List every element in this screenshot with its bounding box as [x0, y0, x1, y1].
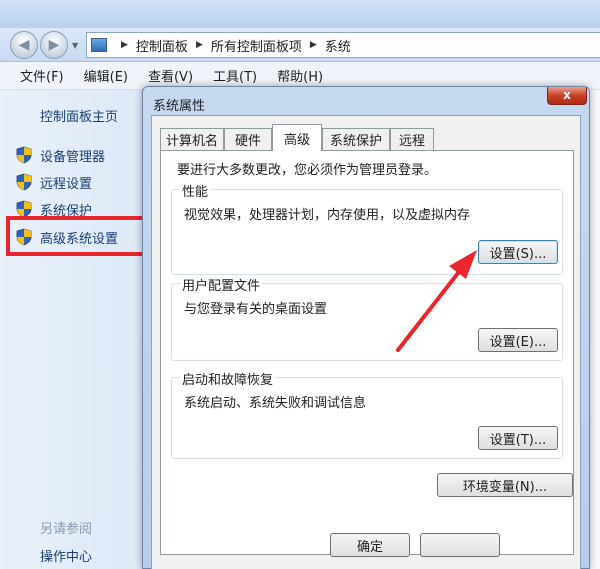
startup-recovery-group: 启动和故障恢复 系统启动、系统失败和调试信息 设置(T)... [171, 369, 563, 459]
tab-hardware[interactable]: 硬件 [224, 128, 272, 150]
history-dropdown-icon[interactable]: ▼ [72, 41, 78, 50]
user-profiles-settings-button[interactable]: 设置(E)... [478, 328, 558, 352]
advanced-tab-panel: 要进行大多数更改，您必须作为管理员登录。 性能 视觉效果，处理器计划，内存使用，… [160, 150, 574, 555]
back-button[interactable]: ◀ [10, 31, 38, 59]
environment-variables-button[interactable]: 环境变量(N)... [437, 473, 573, 497]
sidebar-item-label: 远程设置 [40, 176, 93, 192]
shield-icon [16, 146, 32, 164]
control-panel-icon [91, 38, 107, 52]
tab-system-protection[interactable]: 系统保护 [322, 128, 390, 150]
admin-note: 要进行大多数更改，您必须作为管理员登录。 [177, 163, 438, 178]
window-titlebar [0, 0, 600, 28]
menu-view[interactable]: 查看(V) [148, 66, 193, 85]
startup-recovery-title: 启动和故障恢复 [180, 369, 276, 388]
control-panel-home-link[interactable]: 控制面板主页 [40, 106, 118, 125]
user-profiles-title: 用户配置文件 [180, 275, 263, 294]
see-also-heading: 另请参阅 [40, 522, 93, 537]
cancel-button[interactable] [420, 533, 500, 557]
tab-advanced[interactable]: 高级 [272, 124, 322, 151]
menu-tools[interactable]: 工具(T) [213, 66, 257, 85]
close-button[interactable]: x [547, 87, 587, 105]
menu-help[interactable]: 帮助(H) [277, 66, 323, 85]
chevron-right-icon[interactable]: ▶ [121, 40, 128, 50]
forward-button[interactable]: ▶ [40, 31, 68, 59]
menu-file[interactable]: 文件(F) [20, 66, 64, 85]
performance-description: 视觉效果，处理器计划，内存使用，以及虚拟内存 [184, 208, 471, 223]
performance-title: 性能 [180, 181, 211, 200]
shield-icon [16, 173, 32, 191]
sidebar-item-remote-settings[interactable]: 远程设置 [16, 171, 92, 193]
chevron-right-icon[interactable]: ▶ [196, 40, 203, 50]
performance-settings-button[interactable]: 设置(S)... [478, 240, 558, 264]
dialog-title: 系统属性 [153, 99, 206, 114]
menu-edit[interactable]: 编辑(E) [84, 66, 128, 85]
startup-recovery-settings-button[interactable]: 设置(T)... [478, 426, 558, 450]
sidebar-item-label: 设备管理器 [40, 149, 106, 165]
sidebar-item-device-manager[interactable]: 设备管理器 [16, 144, 105, 166]
performance-group: 性能 视觉效果，处理器计划，内存使用，以及虚拟内存 设置(S)... [171, 181, 563, 275]
user-profiles-group: 用户配置文件 与您登录有关的桌面设置 设置(E)... [171, 275, 563, 361]
system-properties-dialog: 系统属性 x 计算机名 硬件 高级 系统保护 远程 要进行大多数更改，您必须作为… [142, 86, 590, 569]
breadcrumb-all-items[interactable]: 所有控制面板项 [211, 36, 302, 55]
left-task-pane: 控制面板主页 设备管理器 远程设置 系统保护 高级系统设置 另请参阅 操作中心 [0, 90, 150, 569]
close-icon: x [563, 88, 571, 102]
startup-recovery-description: 系统启动、系统失败和调试信息 [184, 396, 367, 411]
tab-remote[interactable]: 远程 [390, 128, 434, 150]
action-center-link[interactable]: 操作中心 [40, 546, 92, 565]
user-profiles-description: 与您登录有关的桌面设置 [184, 302, 328, 317]
forward-arrow-icon: ▶ [48, 37, 60, 53]
red-highlight-box [6, 216, 148, 256]
address-box[interactable]: ▶ 控制面板 ▶ 所有控制面板项 ▶ 系统 [86, 32, 600, 58]
breadcrumb-control-panel[interactable]: 控制面板 [136, 36, 188, 55]
ok-button[interactable]: 确定 [330, 533, 410, 557]
breadcrumb-system[interactable]: 系统 [325, 36, 351, 55]
tab-computer-name[interactable]: 计算机名 [160, 128, 224, 150]
address-bar-area: ◀ ▶ ▼ ▶ 控制面板 ▶ 所有控制面板项 ▶ 系统 [0, 28, 600, 62]
chevron-right-icon[interactable]: ▶ [310, 40, 317, 50]
back-arrow-icon: ◀ [18, 37, 30, 53]
dialog-body: 计算机名 硬件 高级 系统保护 远程 要进行大多数更改，您必须作为管理员登录。 … [151, 115, 581, 569]
